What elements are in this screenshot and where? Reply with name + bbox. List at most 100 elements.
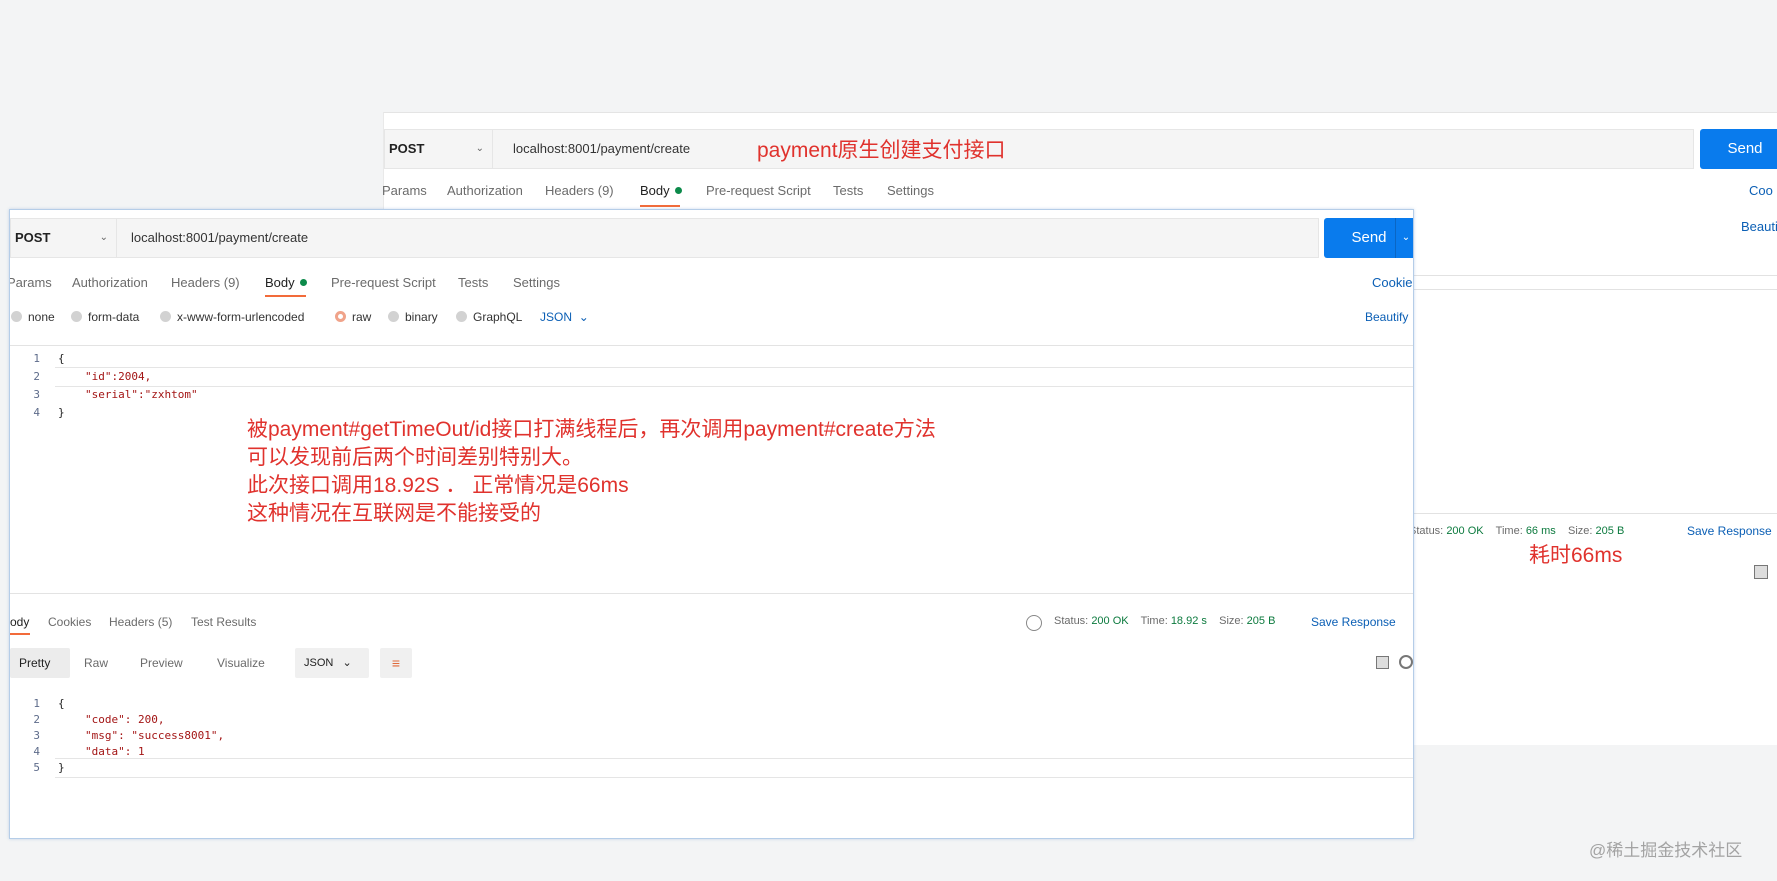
back-send-button[interactable]: Send [1700, 129, 1777, 169]
radio-binary[interactable]: binary [388, 310, 438, 324]
tab-body-label: Body [265, 275, 295, 290]
radio-x-www-form-urlencoded[interactable]: x-www-form-urlencoded [160, 310, 304, 324]
divider [1414, 513, 1777, 514]
tab-body[interactable]: Body [640, 183, 682, 198]
time-value: 18.92 s [1170, 615, 1207, 627]
tab-tests[interactable]: Tests [833, 183, 863, 198]
response-format-select[interactable]: JSON ⌄ [295, 648, 369, 678]
send-options-chevron-icon[interactable]: ⌄ [1395, 218, 1413, 258]
tab-tests[interactable]: Tests [458, 275, 488, 290]
tab-test-results[interactable]: Test Results [191, 615, 256, 629]
response-tabs: Body Cookies Headers (5) Test Results St… [10, 615, 1413, 635]
view-tab-raw[interactable]: Raw [84, 656, 108, 670]
divider [1414, 289, 1777, 290]
back-status-bar: Status: 200 OK Time: 66 ms Size: 205 B [1409, 525, 1624, 537]
back-time-annotation: 耗时66ms [1529, 544, 1623, 567]
code-line: } [58, 406, 65, 419]
tab-body[interactable]: Body [265, 275, 307, 290]
line-number: 4 [33, 406, 40, 419]
front-method-select[interactable]: POST ⌄ [11, 219, 117, 257]
annotation-line: 此次接口调用18.92S ． 正常情况是66ms [247, 474, 629, 497]
chevron-down-icon: ⌄ [578, 310, 589, 324]
back-beautify-link[interactable]: Beauti [1741, 219, 1777, 234]
tab-headers[interactable]: Headers (9) [545, 183, 614, 198]
line-number: 2 [33, 370, 40, 383]
code-line: "serial":"zxhtom" [85, 388, 198, 401]
chevron-down-icon: ⌄ [342, 657, 352, 669]
status-value: 200 OK [1446, 525, 1484, 537]
tab-response-body[interactable]: Body [10, 615, 29, 629]
front-cookies-link[interactable]: Cookie [1372, 275, 1412, 290]
front-url-input[interactable]: localhost:8001/payment/create [131, 219, 308, 257]
response-body-viewer[interactable]: 1 2 3 4 5 { "code": 200, "msg": "success… [10, 690, 1413, 830]
radio-graphql[interactable]: GraphQL [456, 310, 522, 324]
radio-raw[interactable]: raw [335, 310, 371, 324]
back-url-input[interactable]: localhost:8001/payment/create [513, 130, 690, 168]
tab-authorization[interactable]: Authorization [72, 275, 148, 290]
back-cookies-link[interactable]: Coo [1749, 183, 1773, 198]
size-value: 205 B [1595, 525, 1625, 537]
body-format-label: JSON [540, 310, 573, 324]
tab-params[interactable]: Params [382, 183, 427, 198]
current-line-highlight [55, 758, 1413, 778]
front-status-bar: Status: 200 OK Time: 18.92 s Size: 205 B [1054, 615, 1275, 627]
response-format-label: JSON [304, 657, 334, 669]
tab-headers[interactable]: Headers (9) [171, 275, 240, 290]
view-tab-pretty[interactable]: Pretty [19, 656, 50, 670]
tab-settings[interactable]: Settings [513, 275, 560, 290]
view-tab-visualize[interactable]: Visualize [217, 656, 265, 670]
copy-icon[interactable] [1754, 565, 1768, 579]
tab-response-cookies[interactable]: Cookies [48, 615, 91, 629]
search-icon[interactable] [1399, 655, 1413, 669]
radio-binary-label: binary [405, 310, 438, 324]
tab-settings[interactable]: Settings [887, 183, 934, 198]
annotation-line: 这种情况在互联网是不能接受的 [247, 502, 541, 525]
tab-pre-request-script[interactable]: Pre-request Script [331, 275, 436, 290]
tab-params[interactable]: Params [10, 275, 52, 290]
view-tab-preview[interactable]: Preview [140, 656, 183, 670]
back-save-response-button[interactable]: Save Response [1687, 524, 1772, 538]
front-annotation: 被payment#getTimeOut/id接口打满线程后，再次调用paymen… [247, 416, 936, 528]
request-body-editor[interactable]: 1 2 3 4 { "id":2004, "serial":"zxhtom" }… [10, 348, 1413, 578]
response-active-tab-underline [10, 633, 30, 635]
front-active-tab-underline [265, 295, 306, 297]
back-method-select[interactable]: POST ⌄ [385, 130, 493, 168]
line-number: 4 [33, 745, 40, 758]
radio-graphql-label: GraphQL [473, 310, 523, 324]
code-line: "msg": "success8001", [85, 729, 225, 742]
line-number: 1 [33, 352, 40, 365]
back-annotation: payment原生创建支付接口 [757, 139, 1006, 162]
radio-form-data-label: form-data [88, 310, 140, 324]
radio-form-data[interactable]: form-data [71, 310, 139, 324]
time-label: Time: [1140, 615, 1168, 627]
copy-icon[interactable] [1376, 656, 1389, 669]
code-line: { [58, 697, 65, 710]
tab-response-headers[interactable]: Headers (5) [109, 615, 172, 629]
body-indicator-dot [674, 187, 682, 194]
tab-pre-request-script[interactable]: Pre-request Script [706, 183, 811, 198]
front-postman-window: POST ⌄ localhost:8001/payment/create Sen… [9, 209, 1414, 839]
line-number: 1 [33, 697, 40, 710]
radio-urlencoded-label: x-www-form-urlencoded [177, 310, 305, 324]
annotation-line: 被payment#getTimeOut/id接口打满线程后，再次调用paymen… [247, 418, 936, 441]
front-url-bar: POST ⌄ localhost:8001/payment/create [10, 218, 1319, 258]
divider [10, 345, 1413, 346]
size-value: 205 B [1246, 615, 1276, 627]
code-line: "data": 1 [85, 745, 145, 758]
status-label: Status: [1054, 615, 1089, 627]
code-line: "id":2004, [85, 370, 152, 383]
status-label: Status: [1409, 525, 1444, 537]
time-label: Time: [1495, 525, 1523, 537]
annotation-line: 可以发现前后两个时间差别特别大。 [247, 446, 583, 469]
radio-none[interactable]: none [11, 310, 55, 324]
wrap-lines-icon[interactable]: ≡ [380, 648, 412, 678]
globe-icon[interactable] [1026, 615, 1042, 631]
front-beautify-link[interactable]: Beautify [1365, 310, 1408, 324]
code-line: } [58, 761, 65, 774]
front-save-response-button[interactable]: Save Response [1311, 615, 1396, 629]
tab-authorization[interactable]: Authorization [447, 183, 523, 198]
time-value: 66 ms [1525, 525, 1556, 537]
front-request-tabs: Params Authorization Headers (9) Body Pr… [10, 275, 1413, 295]
body-format-select[interactable]: JSON ⌄ [540, 310, 589, 324]
back-url-bar: POST ⌄ localhost:8001/payment/create pay… [384, 129, 1694, 169]
